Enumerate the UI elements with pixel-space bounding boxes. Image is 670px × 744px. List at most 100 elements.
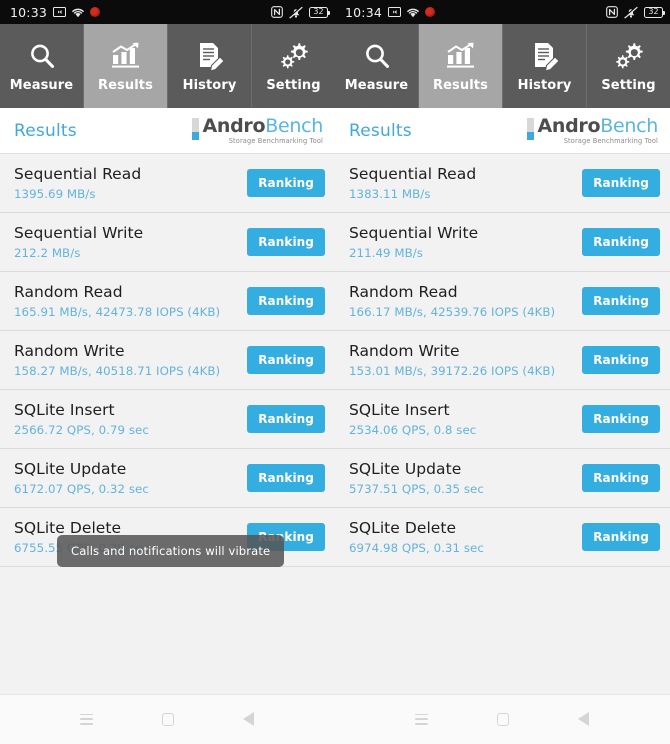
- table-row[interactable]: Random Write 153.01 MB/s, 39172.26 IOPS (…: [335, 331, 670, 390]
- bar-chart-icon: [443, 39, 479, 73]
- table-row[interactable]: SQLite Insert 2534.06 QPS, 0.8 sec Ranking: [335, 390, 670, 449]
- tab-results[interactable]: Results: [84, 24, 168, 108]
- logo-bar-mark: [192, 117, 200, 140]
- home-button[interactable]: [490, 706, 516, 732]
- phone-panels: 10:33 32 Measure Results History Setting Resul…: [0, 0, 670, 695]
- row-texts: Random Read 165.91 MB/s, 42473.78 IOPS (4…: [14, 283, 247, 318]
- benchmark-value: 166.17 MB/s, 42539.76 IOPS (4KB): [349, 304, 556, 319]
- ranking-button[interactable]: Ranking: [247, 464, 325, 492]
- toast-message: Calls and notifications will vibrate: [57, 535, 285, 567]
- phone-panel: 10:34 32 Measure Results History Setting Resul…: [335, 0, 670, 695]
- table-row[interactable]: Random Read 165.91 MB/s, 42473.78 IOPS (4…: [0, 272, 335, 331]
- benchmark-value: 5737.51 QPS, 0.35 sec: [349, 481, 484, 496]
- document-edit-icon: [527, 39, 563, 73]
- benchmark-name: Random Read: [349, 283, 458, 302]
- gears-icon: [276, 39, 312, 73]
- recents-button[interactable]: [409, 706, 435, 732]
- back-icon: [578, 712, 589, 726]
- benchmark-name: Sequential Read: [14, 165, 142, 184]
- table-row[interactable]: SQLite Update 5737.51 QPS, 0.35 sec Rankin…: [335, 449, 670, 508]
- benchmark-value: 2566.72 QPS, 0.79 sec: [14, 422, 149, 437]
- row-texts: Random Write 158.27 MB/s, 40518.71 IOPS (…: [14, 342, 247, 377]
- recents-icon: [415, 713, 428, 725]
- bar-chart-icon: [446, 42, 474, 68]
- logo-bench: Bench: [600, 114, 658, 137]
- screenshot-root: 10:33 32 Measure Results History Setting Resul…: [0, 0, 670, 744]
- ranking-button[interactable]: Ranking: [582, 346, 660, 374]
- tab-setting[interactable]: Setting: [587, 24, 670, 108]
- benchmark-value: 1383.11 MB/s: [349, 186, 431, 201]
- tab-label: Results: [433, 78, 488, 93]
- tab-history[interactable]: History: [168, 24, 252, 108]
- ranking-button[interactable]: Ranking: [247, 169, 325, 197]
- ranking-button[interactable]: Ranking: [247, 228, 325, 256]
- document-edit-icon: [192, 39, 228, 73]
- ranking-button[interactable]: Ranking: [582, 287, 660, 315]
- tab-measure[interactable]: Measure: [0, 24, 84, 108]
- ranking-button[interactable]: Ranking: [247, 346, 325, 374]
- battery-level: 32: [648, 7, 659, 16]
- row-texts: Random Write 153.01 MB/s, 39172.26 IOPS (…: [349, 342, 582, 377]
- benchmark-name: Sequential Write: [14, 224, 144, 243]
- logo-wordmark: AndroBench: [537, 115, 658, 137]
- row-texts: Random Read 166.17 MB/s, 42539.76 IOPS (4…: [349, 283, 582, 318]
- ranking-button[interactable]: Ranking: [582, 228, 660, 256]
- magnifier-icon: [30, 44, 54, 68]
- benchmark-value: 6974.98 QPS, 0.31 sec: [349, 540, 484, 555]
- app-header: Results AndroBench Storage Benchmarking To…: [0, 108, 335, 154]
- gears-icon: [611, 39, 647, 73]
- logo-bench: Bench: [265, 114, 323, 137]
- table-row[interactable]: Random Write 158.27 MB/s, 40518.71 IOPS (…: [0, 331, 335, 390]
- row-texts: SQLite Insert 2566.72 QPS, 0.79 sec: [14, 401, 247, 436]
- ranking-button[interactable]: Ranking: [582, 464, 660, 492]
- table-row[interactable]: Sequential Write 211.49 MB/s Ranking: [335, 213, 670, 272]
- back-button[interactable]: [571, 706, 597, 732]
- battery-icon: 32: [309, 6, 330, 18]
- androbench-logo: AndroBench Storage Benchmarking Tool: [192, 114, 323, 145]
- table-row[interactable]: Sequential Read 1395.69 MB/s Ranking: [0, 154, 335, 213]
- benchmark-name: SQLite Update: [349, 460, 462, 479]
- row-texts: SQLite Delete 6974.98 QPS, 0.31 sec: [349, 519, 582, 554]
- page-title: Results: [349, 120, 412, 141]
- status-bar-clock: 10:34: [345, 4, 383, 20]
- tab-history[interactable]: History: [503, 24, 587, 108]
- status-bar-left-icons: [388, 7, 436, 18]
- ranking-button[interactable]: Ranking: [247, 405, 325, 433]
- logo-tagline: Storage Benchmarking Tool: [228, 136, 323, 145]
- back-button[interactable]: [236, 706, 262, 732]
- system-nav-bars: [0, 694, 670, 744]
- tab-label: Setting: [266, 78, 321, 93]
- vibrate-icon: [289, 5, 303, 18]
- wifi-icon: [407, 8, 419, 17]
- gears-icon: [615, 43, 643, 69]
- logo-andro: Andro: [202, 114, 266, 137]
- status-bar-right-icons: 32: [271, 5, 330, 19]
- logo-andro: Andro: [537, 114, 601, 137]
- table-row[interactable]: SQLite Insert 2566.72 QPS, 0.79 sec Rankin…: [0, 390, 335, 449]
- tab-measure[interactable]: Measure: [335, 24, 419, 108]
- ranking-button[interactable]: Ranking: [582, 405, 660, 433]
- benchmark-name: Random Write: [349, 342, 460, 361]
- results-list: Sequential Read 1395.69 MB/s Ranking Sequen…: [0, 154, 335, 567]
- home-button[interactable]: [155, 706, 181, 732]
- ranking-button[interactable]: Ranking: [247, 287, 325, 315]
- table-row[interactable]: SQLite Update 6172.07 QPS, 0.32 sec Rankin…: [0, 449, 335, 508]
- tab-label: Measure: [9, 78, 74, 93]
- table-row[interactable]: SQLite Delete 6974.98 QPS, 0.31 sec Rankin…: [335, 508, 670, 567]
- magnifier-icon: [365, 44, 389, 68]
- tab-label: History: [182, 78, 237, 93]
- ranking-button[interactable]: Ranking: [582, 523, 660, 551]
- tab-results[interactable]: Results: [419, 24, 503, 108]
- recents-button[interactable]: [74, 706, 100, 732]
- benchmark-value: 1395.69 MB/s: [14, 186, 96, 201]
- table-row[interactable]: Sequential Write 212.2 MB/s Ranking: [0, 213, 335, 272]
- table-row[interactable]: Sequential Read 1383.11 MB/s Ranking: [335, 154, 670, 213]
- table-row[interactable]: Random Read 166.17 MB/s, 42539.76 IOPS (4…: [335, 272, 670, 331]
- status-bar-right-icons: 32: [606, 5, 665, 19]
- tab-setting[interactable]: Setting: [252, 24, 335, 108]
- ranking-button[interactable]: Ranking: [582, 169, 660, 197]
- phone-panel: 10:33 32 Measure Results History Setting Resul…: [0, 0, 335, 695]
- system-nav-bar: [335, 695, 670, 743]
- tab-label: Setting: [601, 78, 656, 93]
- screenshot-icon: [388, 7, 402, 17]
